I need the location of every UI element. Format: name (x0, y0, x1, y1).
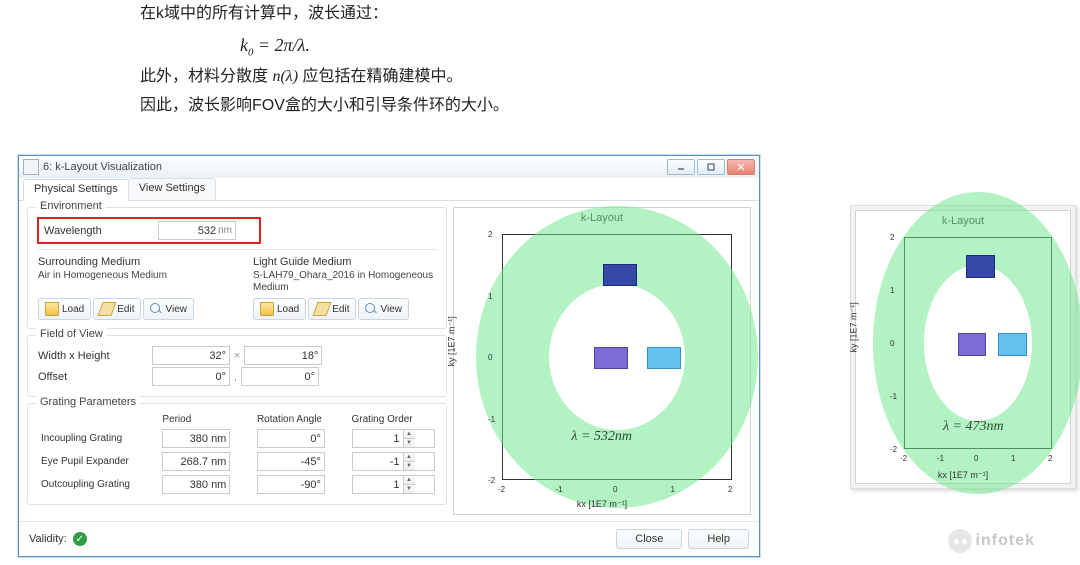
validity-ok-icon: ✓ (73, 532, 87, 546)
y-tick: -1 (488, 415, 495, 424)
magnifier-icon (150, 303, 162, 315)
lightguide-load-button[interactable]: Load (253, 298, 306, 320)
x-tick: 0 (613, 485, 617, 494)
app-icon (23, 159, 39, 175)
y-tick: -2 (890, 445, 897, 454)
period-input[interactable]: 380 nm (162, 475, 230, 494)
pencil-icon (98, 302, 117, 316)
k-layout-visualization-window: 6: k-Layout Visualization Physical Setti… (18, 155, 760, 557)
help-button[interactable]: Help (688, 529, 749, 549)
y-tick: 0 (890, 339, 894, 348)
intro-line3: 因此，波长影响FOV盒的大小和引导条件环的大小。 (140, 92, 509, 121)
surrounding-view-button[interactable]: View (143, 298, 194, 320)
tabs: Physical Settings View Settings (19, 178, 759, 201)
grating-row: Outcoupling Grating380 nm -90° 1▲▼ (38, 473, 438, 496)
x-tick: -2 (900, 454, 907, 463)
y-tick: -1 (890, 392, 897, 401)
environment-legend: Environment (36, 200, 106, 212)
fov-group: Field of View Width x Height 32° × 18° O… (27, 335, 447, 397)
x-tick: 1 (1011, 454, 1015, 463)
y-tick: 2 (890, 233, 894, 242)
x-tick: 0 (974, 454, 978, 463)
rotation-input[interactable]: 0° (257, 429, 325, 448)
intro-formula: k0 = 2π/λ. (240, 29, 509, 63)
lightguide-medium: Light Guide Medium S-LAH79_Ohara_2016 in… (253, 256, 438, 320)
wavelength-input[interactable]: 532 nm (158, 221, 236, 240)
environment-group: Environment Wavelength 532 nm Surroundin… (27, 207, 447, 329)
y-tick: 2 (488, 230, 492, 239)
fov-offset-x-input[interactable]: 0° (152, 367, 230, 386)
grating-name: Incoupling Grating (38, 427, 159, 450)
titlebar[interactable]: 6: k-Layout Visualization (19, 156, 759, 179)
lightguide-view-button[interactable]: View (358, 298, 409, 320)
grating-name: Eye Pupil Expander (38, 450, 159, 473)
surrounding-medium: Surrounding Medium Air in Homogeneous Me… (38, 256, 223, 320)
rotation-input[interactable]: -45° (257, 452, 325, 471)
watermark: infotek (948, 529, 1035, 553)
x-tick: -1 (556, 485, 563, 494)
lightguide-edit-button[interactable]: Edit (308, 298, 356, 320)
maximize-button[interactable] (697, 159, 725, 175)
magnifier-icon (365, 303, 377, 315)
x-tick: -1 (937, 454, 944, 463)
k-layout-plot-main: k-Layout λ = 532nm kx [1E7 m⁻¹] ky [1E7 … (453, 207, 751, 515)
surrounding-edit-button[interactable]: Edit (93, 298, 141, 320)
width-height-label: Width x Height (38, 350, 148, 362)
surrounding-load-button[interactable]: Load (38, 298, 91, 320)
close-button[interactable] (727, 159, 755, 175)
plot-axes: λ = 473nm (904, 237, 1052, 449)
close-dialog-button[interactable]: Close (616, 529, 682, 549)
x-tick: 1 (671, 485, 675, 494)
x-tick: 2 (728, 485, 732, 494)
y-tick: -2 (488, 476, 495, 485)
grating-row: Eye Pupil Expander268.7 nm -45° -1▲▼ (38, 450, 438, 473)
intro-line1: 在k域中的所有计算中，波长通过： (140, 0, 509, 29)
order-stepper[interactable]: 1▲▼ (352, 475, 435, 494)
plot-axes: λ = 532nm (502, 234, 732, 480)
y-tick: 1 (890, 286, 894, 295)
order-stepper[interactable]: 1▲▼ (352, 429, 435, 448)
pencil-icon (313, 302, 332, 316)
intro-line2: 此外，材料分散度 n(λ) 应包括在精确建模中。 (140, 63, 509, 92)
order-stepper[interactable]: -1▲▼ (352, 452, 435, 471)
y-tick: 0 (488, 353, 492, 362)
grating-parameters-group: Grating Parameters Period Rotation Angle… (27, 403, 447, 505)
period-input[interactable]: 380 nm (162, 429, 230, 448)
y-tick: 1 (488, 292, 492, 301)
folder-icon (260, 302, 274, 316)
minimize-button[interactable] (667, 159, 695, 175)
window-title: 6: k-Layout Visualization (43, 161, 162, 173)
tab-view-settings[interactable]: View Settings (128, 178, 216, 200)
fov-height-input[interactable]: 18° (244, 346, 322, 365)
x-tick: 2 (1048, 454, 1052, 463)
validity-label: Validity: (29, 533, 67, 545)
grating-name: Outcoupling Grating (38, 473, 159, 496)
offset-label: Offset (38, 371, 148, 383)
x-tick: -2 (498, 485, 505, 494)
wechat-icon (948, 529, 972, 553)
wavelength-label: Wavelength (44, 225, 154, 237)
tab-physical-settings[interactable]: Physical Settings (23, 179, 129, 201)
side-plot-card: k-Layout λ = 473nm kx [1E7 m⁻¹] ky [1E7 … (850, 205, 1076, 489)
fov-width-input[interactable]: 32° (152, 346, 230, 365)
rotation-input[interactable]: -90° (257, 475, 325, 494)
k-layout-plot-473nm: k-Layout λ = 473nm kx [1E7 m⁻¹] ky [1E7 … (855, 210, 1071, 484)
period-input[interactable]: 268.7 nm (162, 452, 230, 471)
fov-offset-y-input[interactable]: 0° (241, 367, 319, 386)
folder-icon (45, 302, 59, 316)
grating-row: Incoupling Grating380 nm 0° 1▲▼ (38, 427, 438, 450)
